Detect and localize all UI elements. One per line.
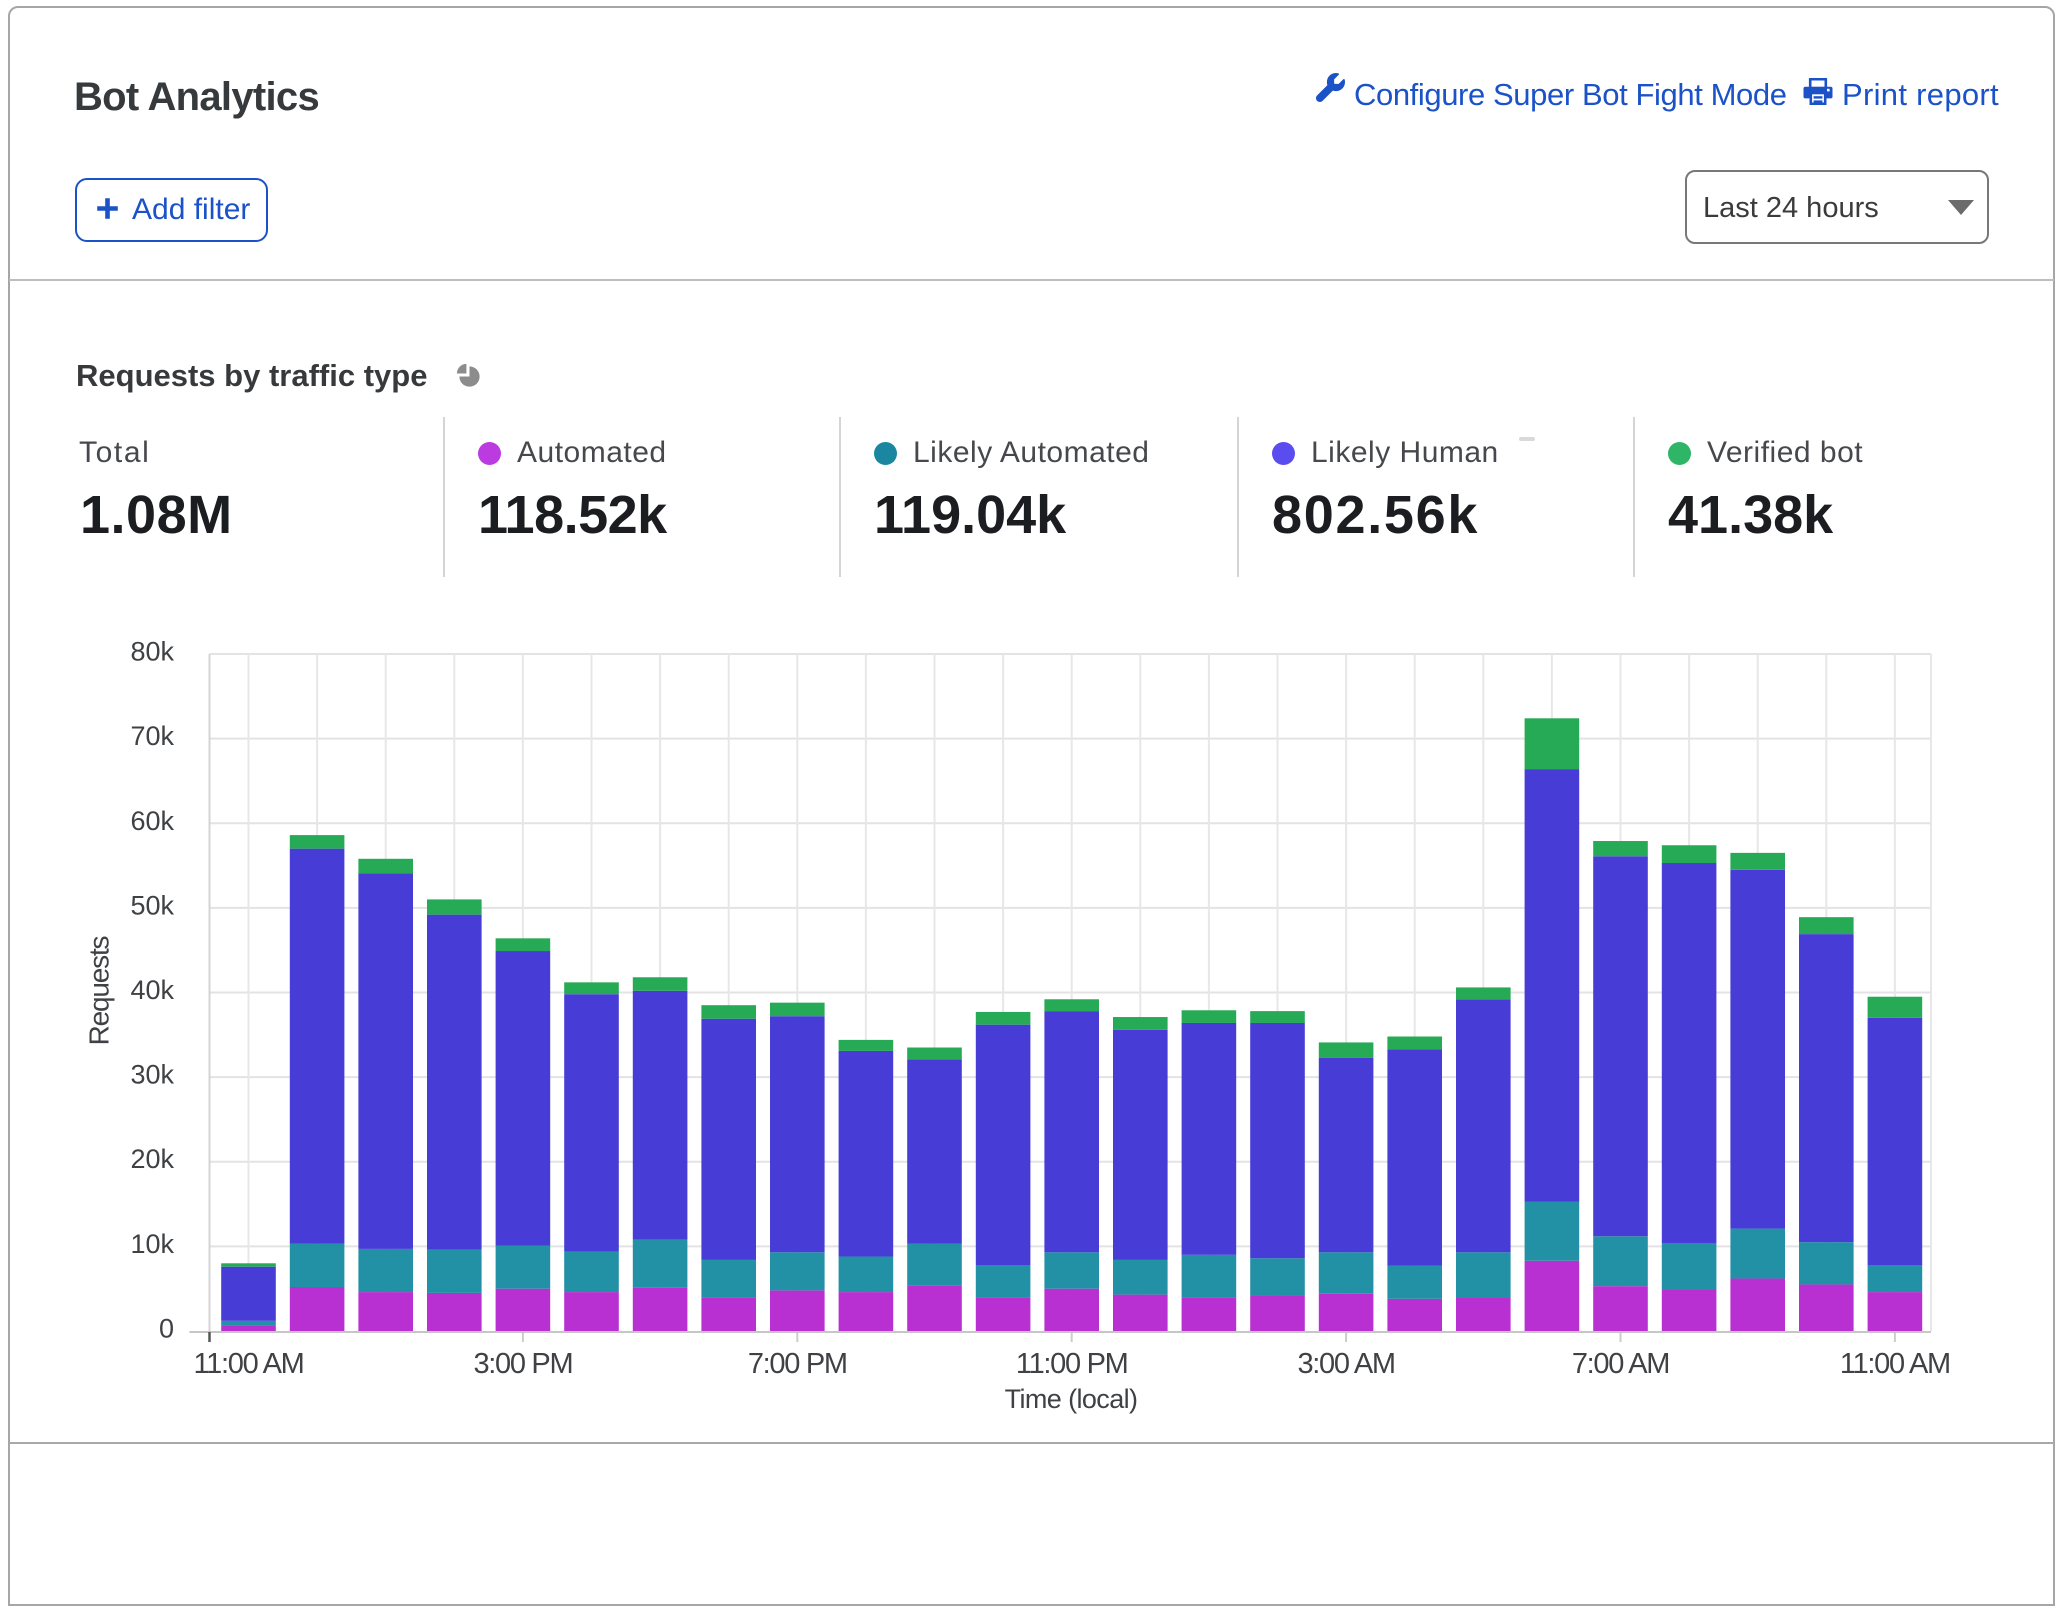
- svg-text:70k: 70k: [130, 721, 174, 751]
- svg-text:30k: 30k: [130, 1060, 174, 1090]
- svg-text:Time (local): Time (local): [1005, 1384, 1138, 1414]
- svg-text:11:00 PM: 11:00 PM: [1016, 1348, 1128, 1380]
- svg-text:3:00 AM: 3:00 AM: [1297, 1348, 1394, 1380]
- svg-text:11:00 AM: 11:00 AM: [194, 1348, 304, 1380]
- svg-text:Requests: Requests: [84, 936, 115, 1045]
- svg-text:50k: 50k: [130, 890, 174, 920]
- svg-text:60k: 60k: [130, 806, 174, 836]
- svg-text:7:00 AM: 7:00 AM: [1572, 1348, 1669, 1380]
- svg-text:80k: 80k: [130, 637, 174, 667]
- svg-text:40k: 40k: [130, 975, 174, 1005]
- svg-text:7:00 PM: 7:00 PM: [748, 1348, 847, 1380]
- svg-text:11:00 AM: 11:00 AM: [1840, 1348, 1950, 1380]
- svg-text:20k: 20k: [130, 1144, 174, 1174]
- svg-text:3:00 PM: 3:00 PM: [473, 1348, 572, 1380]
- svg-text:0: 0: [159, 1314, 174, 1344]
- svg-text:10k: 10k: [130, 1229, 174, 1259]
